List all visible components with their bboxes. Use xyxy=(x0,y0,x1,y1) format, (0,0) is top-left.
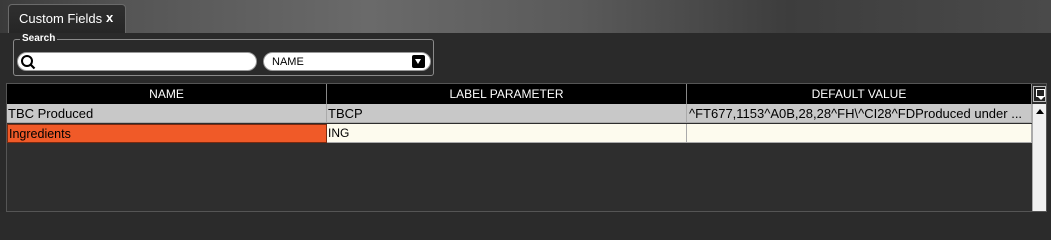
top-bar: Custom Fields x xyxy=(0,0,1051,33)
search-legend: Search xyxy=(20,33,58,44)
close-tab-button[interactable]: x xyxy=(106,10,113,25)
search-group: Search NAME xyxy=(13,33,434,76)
cell-default-value[interactable]: ^FT677,1153^A0B,28,28^FH\^CI28^FDProduce… xyxy=(687,104,1032,123)
column-header-default-value[interactable]: DEFAULT VALUE xyxy=(687,84,1032,104)
column-chooser-icon[interactable] xyxy=(1033,86,1046,102)
content-panel: Search NAME NAME LABEL PARAMETER DEFAULT… xyxy=(0,33,1051,212)
grid-header: NAME LABEL PARAMETER DEFAULT VALUE xyxy=(7,84,1032,104)
vertical-scrollbar[interactable] xyxy=(1032,104,1046,211)
scroll-up-icon[interactable] xyxy=(1036,109,1044,114)
table-row[interactable]: Ingredients ING xyxy=(7,124,1032,143)
custom-fields-grid: NAME LABEL PARAMETER DEFAULT VALUE TBC P… xyxy=(6,83,1047,212)
cell-label-parameter[interactable]: ING xyxy=(327,124,687,143)
search-field-select[interactable]: NAME xyxy=(263,52,431,71)
column-header-name[interactable]: NAME xyxy=(7,84,327,104)
search-icon xyxy=(21,55,36,70)
search-input[interactable] xyxy=(17,52,257,71)
cell-default-value[interactable] xyxy=(687,124,1032,143)
column-header-label-parameter[interactable]: LABEL PARAMETER xyxy=(327,84,687,104)
table-row[interactable]: TBC Produced TBCP ^FT677,1153^A0B,28,28^… xyxy=(7,104,1032,123)
cell-name-selected[interactable]: Ingredients xyxy=(7,124,327,143)
chevron-down-icon[interactable] xyxy=(412,55,425,68)
cell-label-parameter[interactable]: TBCP xyxy=(327,104,687,123)
tab-title: Custom Fields xyxy=(19,11,103,26)
tab-custom-fields[interactable]: Custom Fields x xyxy=(8,4,126,33)
search-field-select-value: NAME xyxy=(272,56,304,68)
cell-name[interactable]: TBC Produced xyxy=(7,104,327,123)
